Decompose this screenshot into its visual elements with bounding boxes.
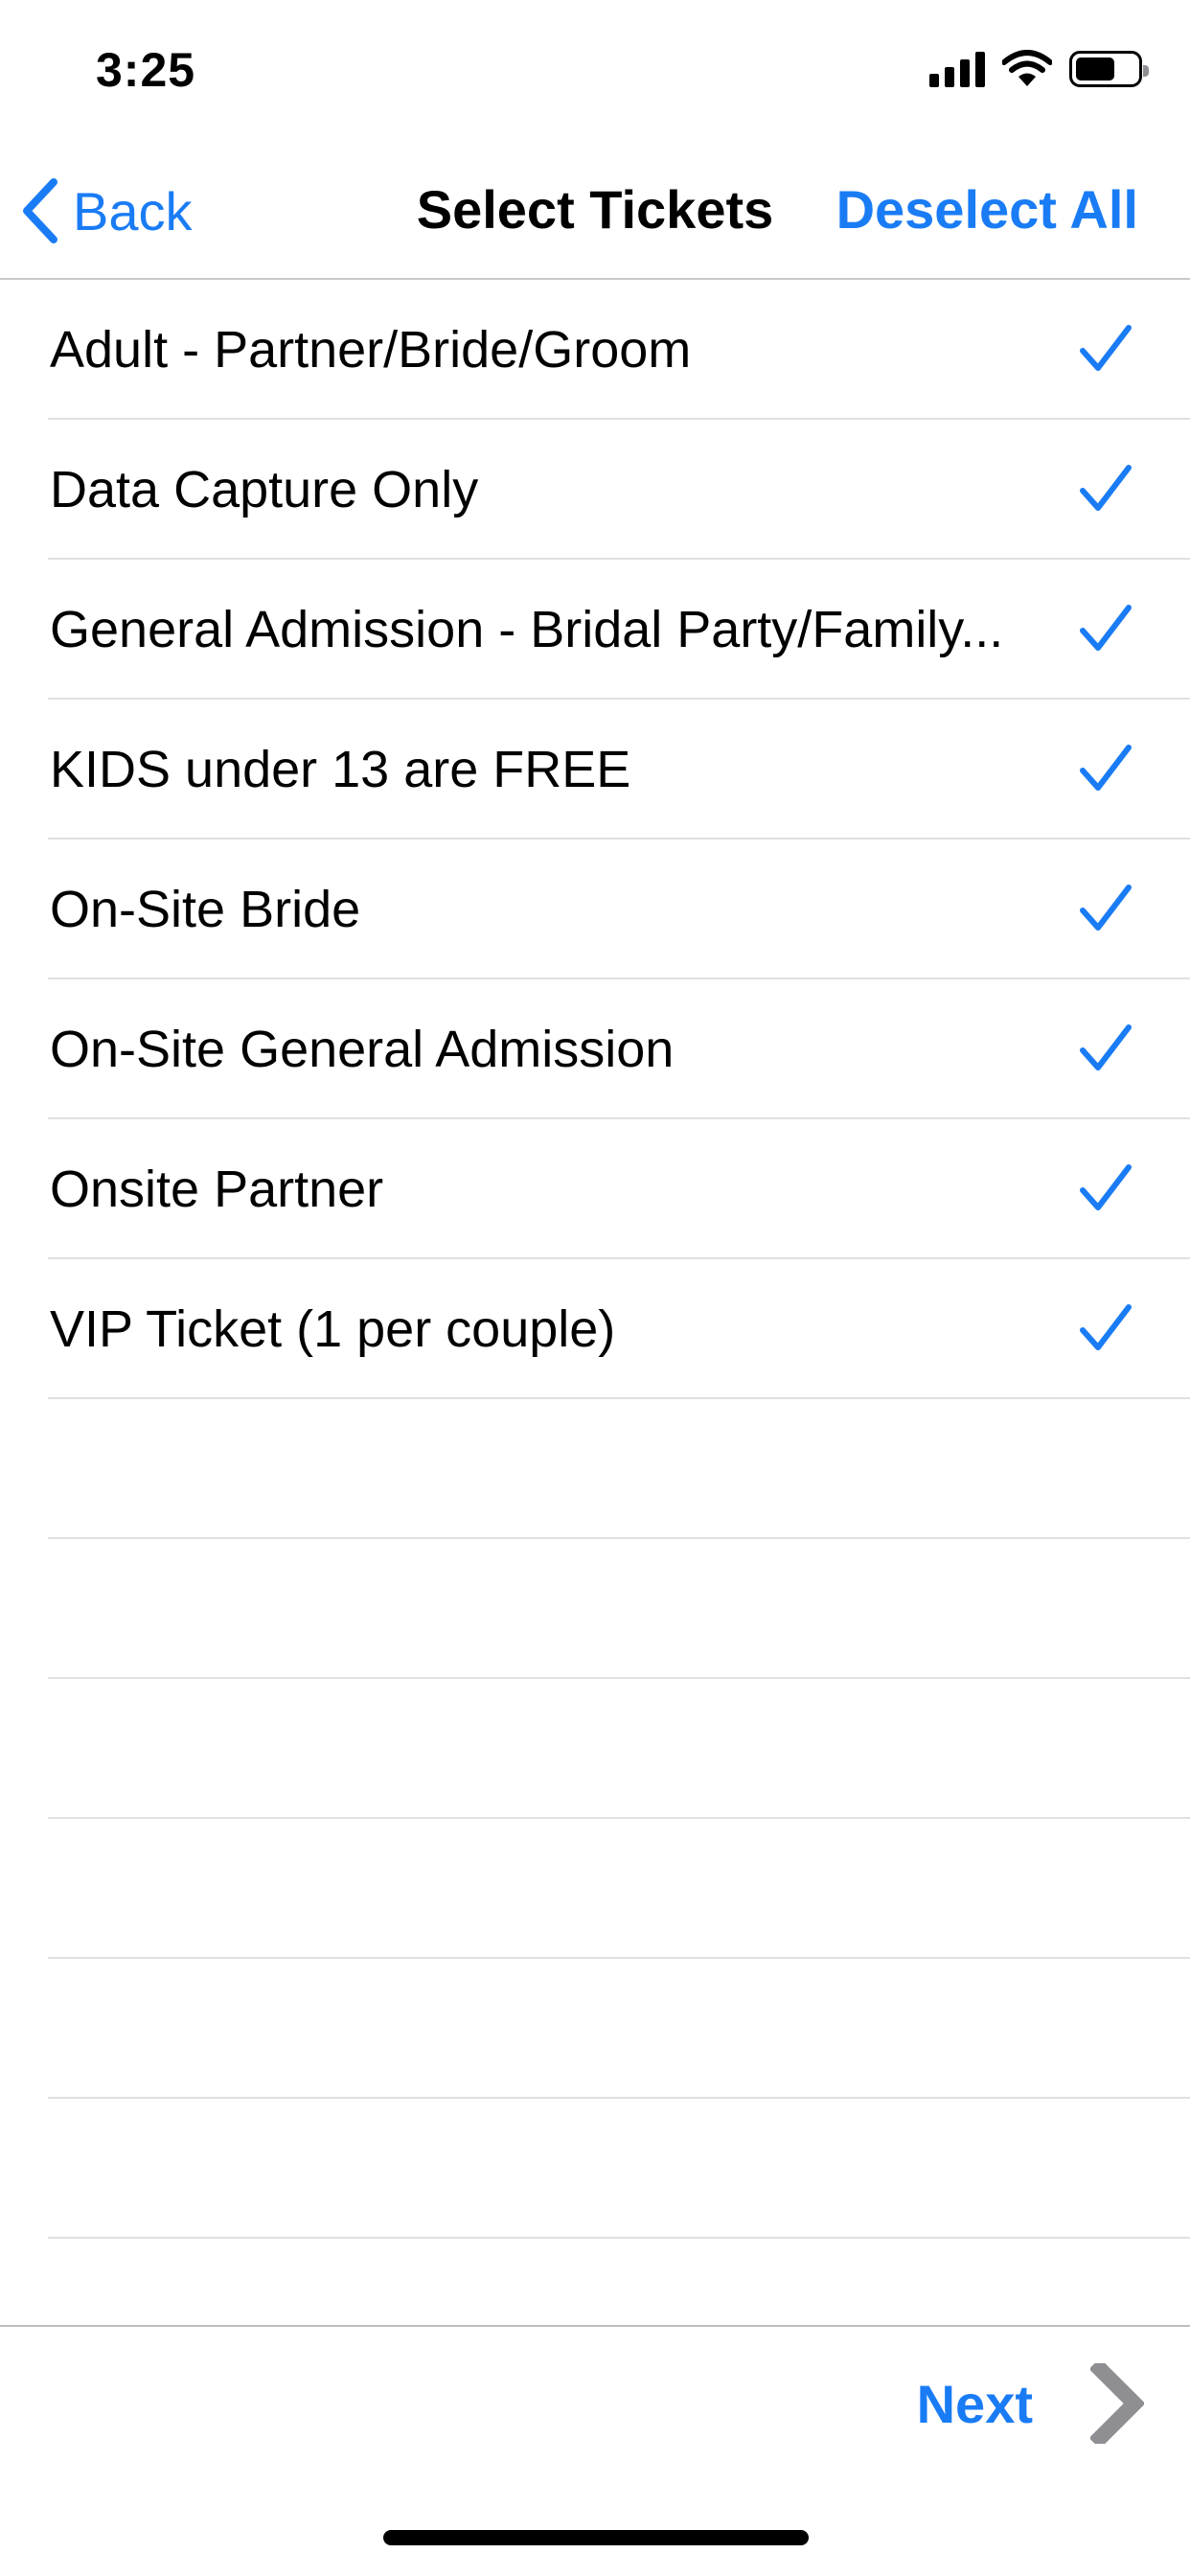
checkmark-icon — [1080, 605, 1132, 651]
ticket-row[interactable]: Adult - Partner/Bride/Groom — [0, 280, 1190, 420]
home-indicator[interactable] — [383, 2530, 809, 2545]
empty-row — [0, 1959, 1190, 2099]
back-label: Back — [73, 180, 193, 242]
empty-row — [0, 1819, 1190, 1959]
next-button[interactable]: Next — [917, 2356, 1144, 2451]
checkmark-icon — [1080, 1304, 1132, 1350]
status-icons — [929, 50, 1149, 88]
wifi-icon — [1002, 50, 1052, 86]
ticket-row[interactable]: On-Site General Admission — [0, 979, 1190, 1119]
ticket-row[interactable]: KIDS under 13 are FREE — [0, 700, 1190, 840]
ticket-list: Adult - Partner/Bride/Groom Data Capture… — [0, 280, 1190, 1399]
ticket-label: VIP Ticket (1 per couple) — [50, 1300, 616, 1358]
ticket-label: On-Site General Admission — [50, 1021, 675, 1078]
ticket-row[interactable]: VIP Ticket (1 per couple) — [0, 1259, 1190, 1399]
back-button[interactable]: Back — [21, 172, 193, 249]
next-label: Next — [916, 2373, 1033, 2434]
ticket-row[interactable]: On-Site Bride — [0, 840, 1190, 979]
empty-row — [0, 1679, 1190, 1819]
checkmark-icon — [1080, 465, 1132, 511]
checkmark-icon — [1080, 885, 1132, 931]
battery-icon — [1069, 51, 1149, 87]
empty-row — [0, 1399, 1190, 1539]
ticket-label: Adult - Partner/Bride/Groom — [50, 321, 692, 379]
empty-row — [0, 2099, 1190, 2239]
ticket-label: KIDS under 13 are FREE — [50, 741, 631, 798]
checkmark-icon — [1080, 325, 1132, 371]
signal-icon — [929, 51, 985, 87]
status-bar: 3:25 — [0, 0, 1190, 144]
ticket-row[interactable]: General Admission - Bridal Party/Family.… — [0, 560, 1190, 700]
ticket-row[interactable]: Onsite Partner — [0, 1119, 1190, 1259]
empty-rows — [0, 1399, 1190, 2379]
ticket-label: Onsite Partner — [50, 1161, 384, 1218]
chevron-right-icon — [1090, 2363, 1144, 2444]
navigation-bar: Back Select Tickets Deselect All — [0, 144, 1190, 280]
checkmark-icon — [1080, 1024, 1132, 1070]
checkmark-icon — [1080, 1164, 1132, 1210]
empty-row — [0, 1539, 1190, 1679]
ticket-label: Data Capture Only — [50, 461, 479, 518]
ticket-label: On-Site Bride — [50, 881, 361, 938]
ticket-label: General Admission - Bridal Party/Family.… — [50, 601, 1004, 658]
ticket-row[interactable]: Data Capture Only — [0, 420, 1190, 560]
deselect-all-button[interactable]: Deselect All — [836, 178, 1138, 241]
chevron-left-icon — [23, 178, 57, 243]
status-time: 3:25 — [96, 43, 196, 97]
select-tickets-screen: 3:25 Back Select Tickets Deselect All Ad… — [0, 0, 1190, 2576]
checkmark-icon — [1080, 745, 1132, 791]
